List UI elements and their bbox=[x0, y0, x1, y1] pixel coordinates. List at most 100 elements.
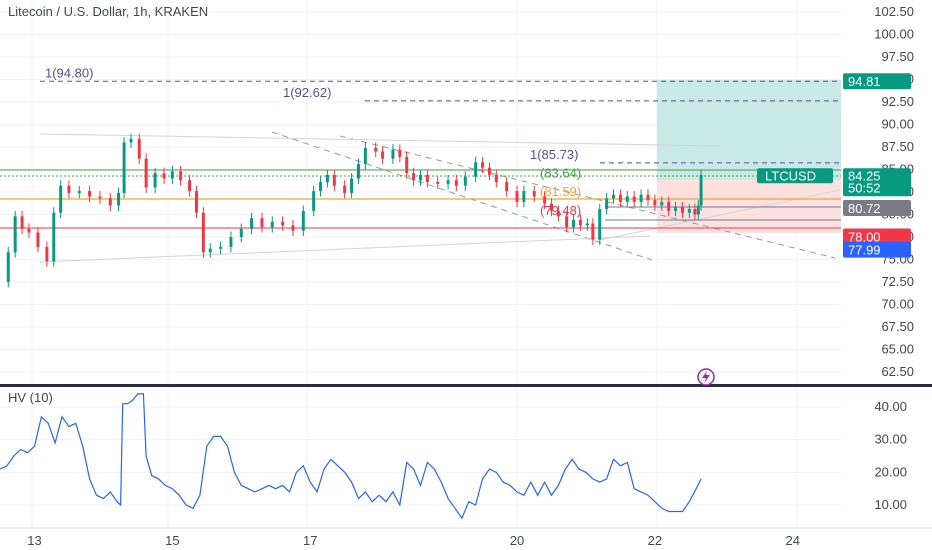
candle-body bbox=[52, 212, 56, 262]
candle-body bbox=[6, 252, 10, 282]
candle-body bbox=[446, 180, 450, 184]
target-tag: 94.81 bbox=[848, 74, 881, 89]
candle-body bbox=[532, 191, 536, 197]
candle-body bbox=[356, 164, 360, 179]
fib-label: 1(92.62) bbox=[283, 85, 331, 100]
candle-body bbox=[108, 198, 112, 206]
candle-body bbox=[419, 174, 422, 181]
candle-body bbox=[696, 205, 700, 215]
pane-separator[interactable] bbox=[0, 384, 932, 387]
candle-body bbox=[639, 194, 643, 202]
hv-tick-label: 30.00 bbox=[874, 432, 907, 447]
chart-title: Litecoin / U.S. Dollar, 1h, KRAKEN bbox=[8, 4, 208, 19]
price-tick-label: 102.50 bbox=[874, 4, 914, 19]
time-tick-label: 20 bbox=[510, 533, 524, 548]
candle-body bbox=[598, 209, 602, 240]
candle-body bbox=[162, 173, 166, 179]
price-tick-label: 100.00 bbox=[874, 27, 914, 42]
candle-body bbox=[27, 228, 31, 233]
candle-body bbox=[67, 185, 71, 193]
candle-body bbox=[474, 162, 478, 177]
candle-body bbox=[319, 182, 323, 192]
fib-label: (79.48) bbox=[540, 203, 581, 218]
candle-body bbox=[515, 191, 519, 202]
symbol-tag: LTCUSD bbox=[765, 168, 816, 183]
candle-body bbox=[572, 219, 576, 228]
hv-tick-label: 40.00 bbox=[874, 399, 907, 414]
fib-label: (83.64) bbox=[540, 166, 581, 181]
candle-body bbox=[398, 149, 402, 157]
candle-body bbox=[612, 194, 616, 199]
time-tick-label: 13 bbox=[27, 533, 41, 548]
candle-body bbox=[591, 223, 595, 240]
candle-body bbox=[208, 248, 212, 253]
price-tick-label: 87.50 bbox=[881, 139, 914, 154]
candle-body bbox=[436, 182, 440, 184]
candle-body bbox=[505, 182, 509, 192]
fib-label: 1(94.80) bbox=[45, 65, 93, 80]
candle-body bbox=[578, 219, 582, 226]
time-tick-label: 24 bbox=[786, 533, 800, 548]
candle-body bbox=[59, 185, 63, 213]
candle-body bbox=[137, 138, 141, 159]
candle-body bbox=[487, 167, 491, 175]
candle-body bbox=[699, 174, 703, 206]
price-tick-label: 67.50 bbox=[881, 319, 914, 334]
candle-body bbox=[653, 200, 657, 206]
candle-body bbox=[301, 210, 305, 231]
candle-body bbox=[281, 221, 285, 226]
candle-body bbox=[605, 198, 609, 210]
profit-zone[interactable] bbox=[657, 80, 841, 180]
candle-body bbox=[219, 246, 223, 249]
candle-body bbox=[463, 176, 467, 186]
price-tick-label: 72.50 bbox=[881, 274, 914, 289]
countdown-tag: 50:52 bbox=[848, 180, 881, 195]
candle-body bbox=[260, 218, 264, 228]
candle-body bbox=[405, 156, 409, 174]
price-tick-label: 65.00 bbox=[881, 342, 914, 357]
chart-canvas[interactable]: 1(94.80) 1(92.62) 1(85.73) (83.64) (81.59) (7… bbox=[0, 0, 932, 550]
candle-body bbox=[201, 212, 205, 253]
time-tick-label: 22 bbox=[648, 533, 662, 548]
candle-body bbox=[680, 207, 684, 213]
price-tick-label: 62.50 bbox=[881, 364, 914, 379]
price-tick-label: 97.50 bbox=[881, 49, 914, 64]
candle-body bbox=[674, 207, 678, 211]
level-tag: 77.99 bbox=[848, 243, 881, 258]
candle-body bbox=[425, 174, 429, 183]
candle-body bbox=[229, 237, 233, 247]
price-tick-label: 92.50 bbox=[881, 94, 914, 109]
candle-body bbox=[481, 162, 485, 168]
candle-body bbox=[20, 216, 24, 229]
candle-body bbox=[412, 173, 416, 181]
candle-body bbox=[618, 194, 622, 202]
candle-body bbox=[454, 180, 458, 186]
candle-body bbox=[179, 171, 183, 181]
level-tag: 80.72 bbox=[848, 201, 881, 216]
candle-body bbox=[381, 151, 385, 159]
candle-body bbox=[153, 173, 157, 188]
candle-body bbox=[13, 216, 17, 253]
time-tick-label: 17 bbox=[303, 533, 317, 548]
candle-body bbox=[585, 223, 589, 226]
candle-body bbox=[117, 192, 121, 206]
candle-body bbox=[144, 158, 148, 188]
candle-body bbox=[325, 174, 329, 183]
candle-body bbox=[522, 191, 526, 202]
candle-body bbox=[687, 209, 691, 213]
candle-body bbox=[632, 196, 636, 202]
lightning-icon[interactable] bbox=[697, 368, 715, 386]
candle-body bbox=[129, 138, 133, 143]
candle-body bbox=[660, 201, 664, 206]
candle-body bbox=[98, 196, 102, 199]
candle-body bbox=[625, 196, 629, 202]
price-tick-label: 70.00 bbox=[881, 297, 914, 312]
candle-body bbox=[391, 149, 395, 159]
fib-label: (81.59) bbox=[540, 184, 581, 199]
candle-body bbox=[646, 194, 650, 201]
candle-body bbox=[36, 232, 40, 247]
candle-body bbox=[374, 147, 378, 152]
candle-body bbox=[343, 185, 347, 193]
candle-body bbox=[250, 218, 254, 229]
hv-tick-label: 20.00 bbox=[874, 464, 907, 479]
